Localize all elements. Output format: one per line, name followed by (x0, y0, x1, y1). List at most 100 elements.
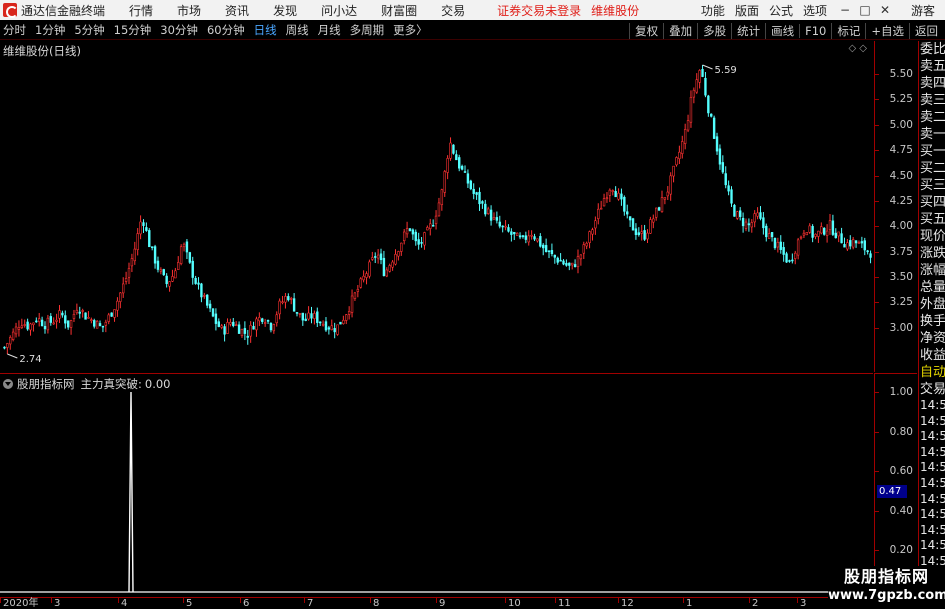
date-axis-label: 5 (182, 598, 193, 609)
menu-item-banmian[interactable]: 版面 (735, 2, 759, 19)
quote-field-label: 总量 (920, 280, 945, 295)
tool-stats-button[interactable]: 统计 (731, 22, 765, 39)
menu-item-faxian[interactable]: 发现 (273, 2, 297, 19)
candle-body (336, 324, 339, 335)
tab-daily[interactable]: 日线 (254, 22, 277, 38)
close-icon[interactable]: ✕ (877, 3, 893, 17)
tool-back-button[interactable]: 返回 (909, 22, 943, 39)
tick-time: 14:56 (920, 398, 945, 412)
candle-body (307, 312, 310, 320)
trade-login-status[interactable]: 证券交易未登录 (497, 2, 581, 19)
candle-body (657, 207, 661, 211)
candle-body (440, 189, 444, 206)
indicator-current-marker: 0.47 (877, 485, 907, 498)
candle-body (536, 238, 539, 242)
tab-multi-period[interactable]: 多周期 (350, 22, 385, 38)
kline-panel[interactable]: 5.59 2.74 维维股份(日线) ◇ ◇ (0, 41, 873, 372)
quote-field-label: 卖一 (920, 127, 945, 142)
menu-item-shichang[interactable]: 市场 (177, 2, 201, 19)
period-tabs: 分时 1分钟 5分钟 15分钟 30分钟 60分钟 日线 周线 月线 多周期 更… (3, 22, 437, 38)
candle-body (376, 254, 380, 259)
menu-item-gongshi[interactable]: 公式 (769, 2, 793, 19)
candle-body (72, 313, 76, 319)
candle-body (678, 151, 681, 160)
menu-item-gongneng[interactable]: 功能 (701, 2, 725, 19)
candle-body (284, 296, 287, 303)
candle-body (11, 331, 15, 340)
tab-1min[interactable]: 1分钟 (35, 22, 65, 38)
tab-30min[interactable]: 30分钟 (160, 22, 198, 38)
candle-body (779, 241, 782, 250)
candle-body (84, 312, 87, 320)
tab-weekly[interactable]: 周线 (286, 22, 309, 38)
indicator-axis-label: 0.80 (889, 425, 913, 438)
candle-body (437, 202, 441, 217)
candle-body (182, 243, 186, 248)
candle-body (634, 228, 638, 235)
tab-fenshi[interactable]: 分时 (3, 22, 26, 38)
candle-body (808, 225, 811, 233)
candle-body (542, 244, 545, 249)
minimize-icon[interactable]: − (837, 3, 853, 17)
dropdown-circle-icon[interactable] (3, 379, 13, 389)
candle-body (342, 319, 345, 325)
candle-body (796, 239, 800, 256)
candle-body (608, 189, 612, 196)
tool-mark-button[interactable]: 标记 (831, 22, 865, 39)
indicator-chart[interactable] (0, 374, 873, 597)
candle-body (611, 190, 614, 192)
candle-body (666, 191, 669, 197)
indicator-axis-label: 1.00 (889, 386, 913, 398)
tool-multi-stock-button[interactable]: 多股 (697, 22, 731, 39)
maximize-icon[interactable]: □ (857, 3, 873, 17)
candle-body (371, 257, 374, 260)
candle-body (255, 318, 258, 331)
tab-5min[interactable]: 5分钟 (74, 22, 104, 38)
candle-body (449, 142, 452, 159)
candle-body (402, 231, 406, 242)
tab-monthly[interactable]: 月线 (318, 22, 341, 38)
indicator-axis-label: 0.40 (889, 504, 913, 517)
menu-item-hangqing[interactable]: 行情 (129, 2, 153, 19)
menu-item-jiaoyi[interactable]: 交易 (441, 2, 465, 19)
candle-body (52, 322, 55, 325)
candle-body (791, 259, 794, 262)
candle-body (510, 231, 513, 235)
menu-item-wenxiaoda[interactable]: 问小达 (321, 2, 357, 19)
tool-add-watchlist-button[interactable]: +自选 (865, 22, 909, 39)
candle-body (568, 262, 571, 266)
tab-60min[interactable]: 60分钟 (207, 22, 245, 38)
menu-item-xuanxiang[interactable]: 选项 (803, 2, 827, 19)
candle-body (217, 321, 221, 327)
candle-body (431, 225, 435, 227)
menu-item-caifuquan[interactable]: 财富圈 (381, 2, 417, 19)
tool-fuquan-button[interactable]: 复权 (629, 22, 663, 39)
price-axis-tick (875, 99, 879, 101)
candle-body (333, 328, 336, 333)
candle-body (298, 313, 302, 315)
indicator-source-label: 股朋指标网 (17, 377, 75, 391)
candle-body (101, 325, 105, 328)
candle-body (90, 319, 93, 321)
candle-body (179, 246, 183, 264)
candle-body (570, 262, 574, 266)
tool-draw-line-button[interactable]: 画线 (765, 22, 799, 39)
tool-overlay-button[interactable]: 叠加 (663, 22, 697, 39)
tool-f10-button[interactable]: F10 (799, 23, 831, 38)
diamond-icon[interactable]: ◇ ◇ (848, 43, 867, 54)
candle-body (318, 321, 322, 324)
kline-chart[interactable]: 5.59 2.74 (0, 41, 873, 372)
price-axis-tick (875, 74, 879, 76)
indicator-panel[interactable]: 股朋指标网 主力真突破: 0.00 (0, 373, 873, 596)
tab-more[interactable]: 更多〉 (393, 22, 428, 38)
menu-item-zixun[interactable]: 资讯 (225, 2, 249, 19)
guest-label[interactable]: 游客 (911, 2, 935, 19)
candle-body (515, 232, 519, 236)
candle-body (185, 241, 189, 253)
candle-body (261, 318, 264, 322)
indicator-axis-label: 0.60 (889, 465, 913, 478)
candle-body (675, 157, 678, 166)
candle-body (579, 254, 583, 260)
candle-body (374, 256, 377, 258)
tab-15min[interactable]: 15分钟 (114, 22, 152, 38)
